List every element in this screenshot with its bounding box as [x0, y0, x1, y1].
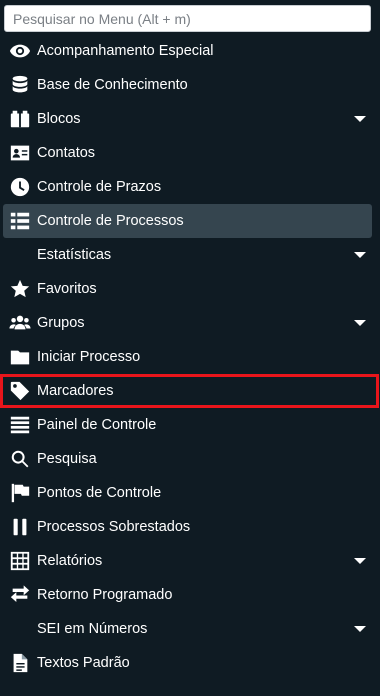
menu-item-iniciar-processo[interactable]: Iniciar Processo: [0, 340, 380, 374]
menu-item-grupos[interactable]: Grupos: [0, 306, 380, 340]
menu-item-painel-de-controle[interactable]: Painel de Controle: [0, 408, 380, 442]
table-icon: [8, 549, 32, 573]
menu-item-label: Estatísticas: [37, 247, 112, 263]
menu-item-label: Painel de Controle: [37, 417, 157, 433]
menu-item-relatorios[interactable]: Relatórios: [0, 544, 380, 578]
menu-item-pontos-de-controle[interactable]: Pontos de Controle: [0, 476, 380, 510]
menu-item-acompanhamento-especial[interactable]: Acompanhamento Especial: [0, 34, 380, 68]
menu-search-input[interactable]: [4, 5, 371, 32]
users-icon: [8, 311, 32, 335]
panel-lines-icon: [8, 413, 32, 437]
menu-item-label: Iniciar Processo: [37, 349, 141, 365]
menu-item-controle-de-processos[interactable]: Controle de Processos: [3, 204, 372, 238]
search-icon: [8, 447, 32, 471]
menu-item-label: Marcadores: [37, 383, 114, 399]
search-wrap: [0, 0, 380, 34]
pause-icon: [8, 515, 32, 539]
menu-item-label: Textos Padrão: [37, 655, 130, 671]
menu-item-label: Grupos: [37, 315, 85, 331]
database-icon: [8, 73, 32, 97]
contact-card-icon: [8, 141, 32, 165]
side-menu: Acompanhamento Especial Base de Conhecim…: [0, 0, 380, 696]
menu-item-label: Pesquisa: [37, 451, 97, 467]
menu-item-controle-de-prazos[interactable]: Controle de Prazos: [0, 170, 380, 204]
menu-item-label: Relatórios: [37, 553, 103, 569]
menu-item-label: Contatos: [37, 145, 96, 161]
menu-item-label: Retorno Programado: [37, 587, 173, 603]
menu-item-label: SEI em Números: [37, 621, 148, 637]
menu-item-blocos[interactable]: Blocos: [0, 102, 380, 136]
menu-item-estatisticas[interactable]: Estatísticas: [0, 238, 380, 272]
chevron-down-icon[interactable]: [354, 116, 366, 122]
menu-item-label: Processos Sobrestados: [37, 519, 191, 535]
menu-item-pesquisa[interactable]: Pesquisa: [0, 442, 380, 476]
flag-icon: [8, 481, 32, 505]
document-icon: [8, 651, 32, 675]
chevron-down-icon[interactable]: [354, 626, 366, 632]
menu-item-label: Favoritos: [37, 281, 97, 297]
menu-item-label: Blocos: [37, 111, 81, 127]
chevron-down-icon[interactable]: [354, 320, 366, 326]
chevron-down-icon[interactable]: [354, 558, 366, 564]
menu-item-favoritos[interactable]: Favoritos: [0, 272, 380, 306]
menu-item-label: Controle de Processos: [37, 213, 184, 229]
clock-icon: [8, 175, 32, 199]
menu-list: Acompanhamento Especial Base de Conhecim…: [0, 34, 380, 680]
chevron-down-icon[interactable]: [354, 252, 366, 258]
tag-icon: [8, 379, 32, 403]
exchange-arrows-icon: [8, 583, 32, 607]
menu-item-processos-sobrestados[interactable]: Processos Sobrestados: [0, 510, 380, 544]
menu-item-label: Controle de Prazos: [37, 179, 162, 195]
star-icon: [8, 277, 32, 301]
blank-icon: [8, 243, 32, 267]
menu-item-textos-padrao[interactable]: Textos Padrão: [0, 646, 380, 680]
blank-icon: [8, 617, 32, 641]
menu-item-label: Pontos de Controle: [37, 485, 162, 501]
blocks-icon: [8, 107, 32, 131]
menu-item-label: Base de Conhecimento: [37, 77, 188, 93]
list-icon: [8, 209, 32, 233]
menu-item-retorno-programado[interactable]: Retorno Programado: [0, 578, 380, 612]
menu-item-sei-em-numeros[interactable]: SEI em Números: [0, 612, 380, 646]
menu-item-contatos[interactable]: Contatos: [0, 136, 380, 170]
folder-icon: [8, 345, 32, 369]
menu-item-base-de-conhecimento[interactable]: Base de Conhecimento: [0, 68, 380, 102]
menu-item-marcadores[interactable]: Marcadores: [0, 374, 379, 408]
menu-item-label: Acompanhamento Especial: [37, 43, 214, 59]
eye-icon: [8, 39, 32, 63]
